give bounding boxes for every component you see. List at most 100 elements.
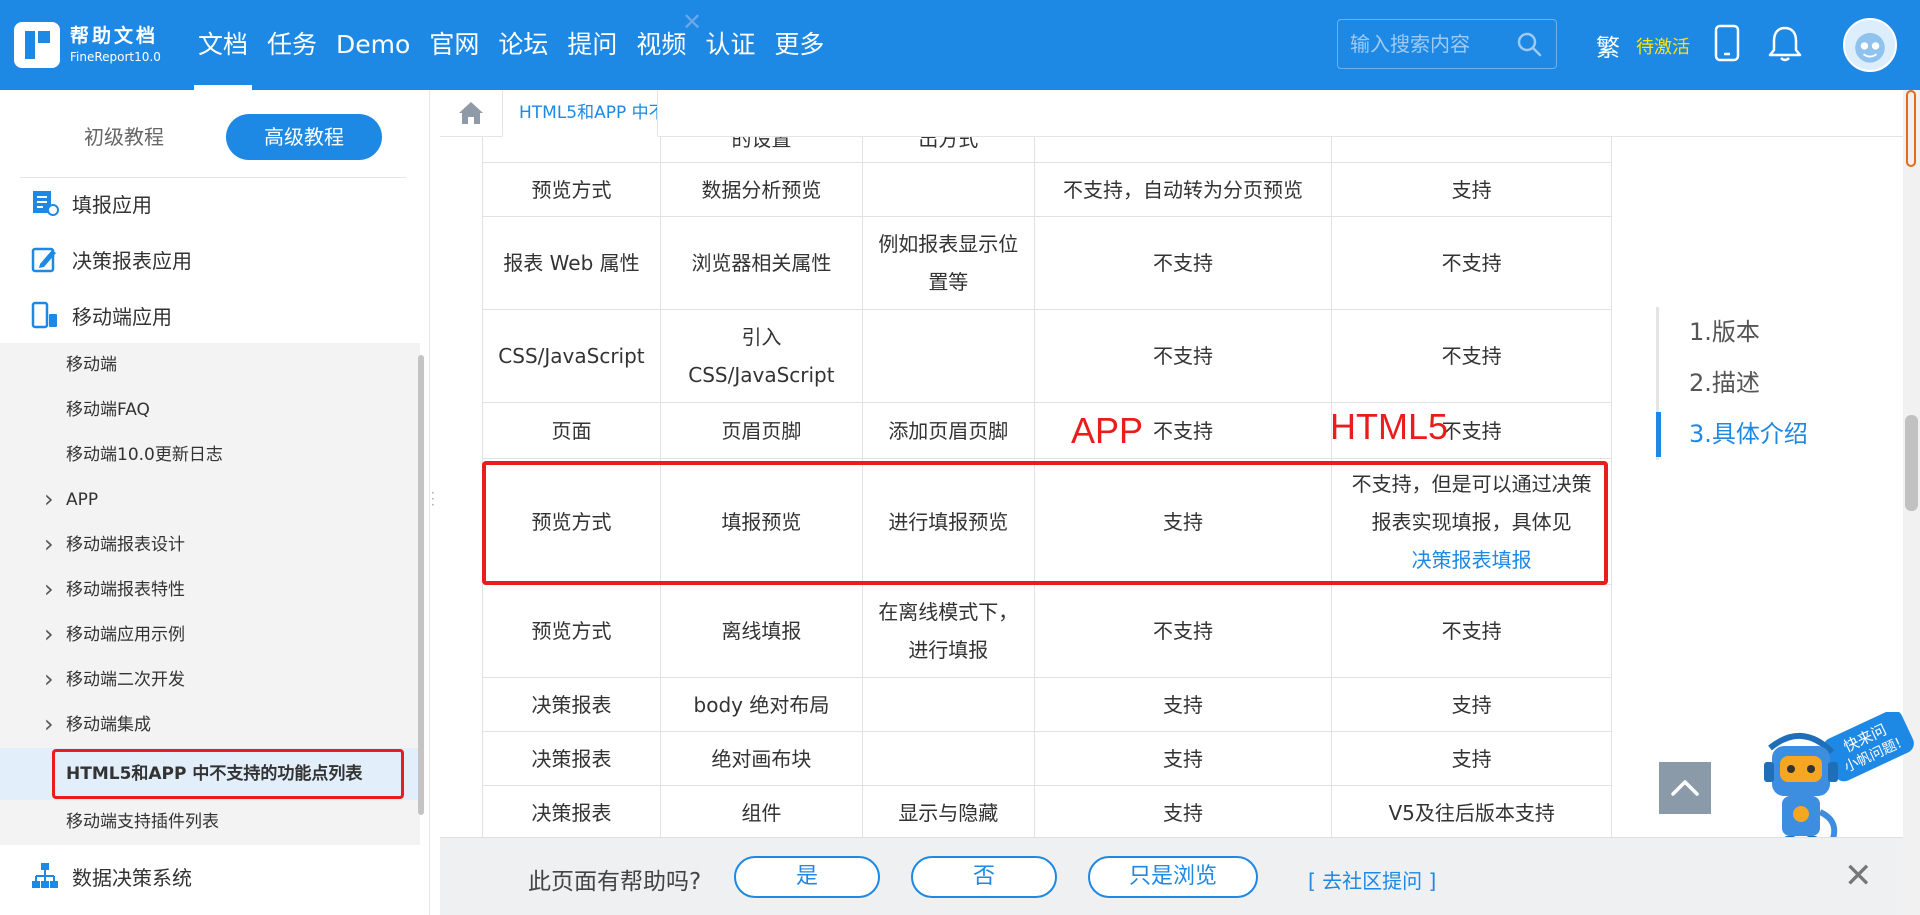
nav-more[interactable]: 更多: [766, 0, 832, 90]
sidebar-category-label: 移动端应用: [72, 304, 172, 329]
logo[interactable]: 帮助文档 FineReport10.0: [14, 22, 161, 68]
table-cell: 报表 Web 属性: [482, 216, 661, 310]
sidebar-item-mobile-report-features[interactable]: 移动端报表特性: [0, 567, 420, 613]
feedback-no-button[interactable]: 否: [911, 856, 1057, 898]
search-input[interactable]: [1350, 30, 1510, 58]
table-cell: CSS/JavaScript: [482, 309, 661, 403]
nav-ask[interactable]: 提问: [559, 0, 625, 90]
table-cell: [1331, 137, 1612, 163]
sidebar-item-mobile-plugins[interactable]: 移动端支持插件列表: [0, 800, 420, 845]
mobile-icon[interactable]: [1713, 24, 1741, 62]
sidebar-category-fill-report[interactable]: 填报应用: [0, 175, 420, 231]
table-cell: 在离线模式下，进行填报: [861, 584, 1035, 678]
table-cell: 页面: [482, 402, 661, 459]
top-header: 帮助文档 FineReport10.0 文档 任务 Demo 官网 论坛 提问 …: [0, 0, 1920, 90]
toc-item-description[interactable]: 2.描述: [1659, 358, 1808, 409]
sidebar-item-mobile-examples[interactable]: 移动端应用示例: [0, 612, 420, 658]
sidebar-item-mobile-secondary-dev[interactable]: 移动端二次开发: [0, 657, 420, 703]
scrollbar-top-marker: [1906, 90, 1916, 167]
nav-certification[interactable]: 认证: [697, 0, 763, 90]
user-avatar[interactable]: [1843, 18, 1897, 72]
table-row: 决策报表 body 绝对布局 支持 支持: [482, 677, 1612, 732]
table-cell: 决策报表: [482, 785, 661, 837]
sidebar-category-mobile-app[interactable]: 移动端应用: [0, 287, 420, 343]
table-cell: 预览方式: [482, 162, 661, 217]
notification-bell-icon[interactable]: [1765, 24, 1805, 64]
sidebar-resize-handle[interactable]: · · ·: [431, 487, 437, 511]
table-cell: [861, 162, 1035, 217]
table-cell: 出方式: [861, 137, 1035, 163]
table-cell: 组件: [659, 785, 863, 837]
table-cell: 不支持: [1033, 309, 1333, 403]
cell-text: 不支持，但是可以通过决策报表实现填报，具体见: [1351, 471, 1592, 534]
toc-item-details[interactable]: 3.具体介绍: [1656, 409, 1808, 460]
nav-official-site[interactable]: 官网: [421, 0, 487, 90]
nav-tasks[interactable]: 任务: [259, 0, 325, 90]
nav-demo[interactable]: Demo: [328, 0, 418, 90]
fill-report-icon: [33, 191, 59, 216]
main-nav: 文档 任务 Demo 官网 论坛 提问 视频 认证 更多: [190, 0, 835, 90]
decision-report-icon: [31, 247, 56, 273]
close-tab-icon[interactable]: ✕: [682, 8, 702, 36]
table-cell: 例如报表显示位置等: [861, 216, 1035, 310]
sidebar-category-decision-report[interactable]: 决策报表应用: [0, 231, 420, 287]
sidebar-item-mobile-faq[interactable]: 移动端FAQ: [0, 388, 420, 433]
feedback-question: 此页面有帮助吗?: [528, 869, 702, 895]
table-cell: 支持: [1331, 731, 1612, 786]
table-cell: 预览方式: [482, 458, 661, 585]
sidebar-scrollbar[interactable]: [418, 355, 424, 815]
table-cell: 决策报表: [482, 677, 661, 732]
table-cell: 引入 CSS/JavaScript: [659, 309, 863, 403]
feedback-close-icon[interactable]: ✕: [1844, 856, 1873, 896]
nav-docs[interactable]: 文档: [190, 0, 256, 90]
feedback-yes-button[interactable]: 是: [734, 856, 880, 898]
avatar-image: [1855, 32, 1885, 63]
page-scrollbar-thumb[interactable]: [1905, 415, 1918, 511]
sidebar-item-app[interactable]: APP: [0, 477, 420, 523]
table-cell: [1033, 137, 1333, 163]
search-icon[interactable]: [1516, 31, 1542, 57]
table-row: 预览方式 离线填报 在离线模式下，进行填报 不支持 不支持: [482, 584, 1612, 678]
nav-forum[interactable]: 论坛: [490, 0, 556, 90]
decision-report-fill-link[interactable]: 决策报表填报: [1412, 548, 1532, 572]
table-cell: 不支持，自动转为分页预览: [1033, 162, 1333, 217]
sidebar-item-mobile[interactable]: 移动端: [0, 343, 420, 388]
sidebar-item-mobile-report-design[interactable]: 移动端报表设计: [0, 522, 420, 568]
table-cell: 不支持: [1033, 584, 1333, 678]
sidebar-item-mobile-integration[interactable]: 移动端集成: [0, 702, 420, 748]
table-row: 决策报表 组件 显示与隐藏 支持 V5及往后版本支持: [482, 785, 1612, 837]
table-cell: 支持: [1033, 458, 1333, 585]
mobile-app-icon: [31, 301, 57, 329]
tab-basic-tutorial[interactable]: 初级教程: [56, 114, 192, 160]
feedback-browse-button[interactable]: 只是浏览: [1088, 856, 1258, 898]
content-tab-bar: HTML5和APP 中不支持的功能点列表: [440, 90, 1903, 137]
logo-icon: [14, 22, 60, 68]
table-cell: 决策报表: [482, 731, 661, 786]
home-icon[interactable]: [456, 98, 486, 128]
table-cell: 显示与隐藏: [861, 785, 1035, 837]
sidebar-item-unsupported-features[interactable]: HTML5和APP 中不支持的功能点列表: [0, 748, 420, 800]
sidebar: 初级教程 高级教程 填报应用 决策报表应用 移动端应用 移动端 移动端FAQ 移…: [0, 90, 430, 915]
back-to-top-button[interactable]: [1659, 762, 1711, 814]
sidebar-category-decision-system[interactable]: 数据决策系统: [0, 845, 420, 907]
table-row: 预览方式 填报预览 进行填报预览 支持 不支持，但是可以通过决策报表实现填报，具…: [482, 458, 1612, 585]
community-ask-link[interactable]: [ 去社区提问 ]: [1308, 865, 1436, 894]
table-cell: 支持: [1033, 731, 1333, 786]
traditional-chinese-toggle[interactable]: 繁: [1596, 28, 1620, 63]
table-cell: 离线填报: [659, 584, 863, 678]
tab-current-doc[interactable]: HTML5和APP 中不支持的功能点列表: [502, 90, 658, 137]
sidebar-item-mobile-changelog[interactable]: 移动端10.0更新日志: [0, 433, 420, 478]
table-cell: 不支持，但是可以通过决策报表实现填报，具体见 决策报表填报: [1331, 458, 1612, 585]
search-box: [1337, 19, 1557, 69]
table-cell: 支持: [1033, 677, 1333, 732]
toc-item-version[interactable]: 1.版本: [1659, 307, 1808, 358]
table-of-contents: 1.版本 2.描述 3.具体介绍: [1656, 307, 1808, 460]
help-mascot[interactable]: 快来问 小帆问题!: [1724, 709, 1920, 856]
table-row: 的设置 出方式: [482, 137, 1612, 163]
table-cell: 浏览器相关属性: [659, 216, 863, 310]
activate-link[interactable]: 待激活: [1636, 33, 1690, 59]
annotation-html5: HTML5: [1330, 406, 1449, 447]
logo-title: 帮助文档: [70, 24, 159, 47]
tab-advanced-tutorial[interactable]: 高级教程: [226, 114, 382, 160]
sidebar-category-label: 决策报表应用: [72, 248, 192, 273]
